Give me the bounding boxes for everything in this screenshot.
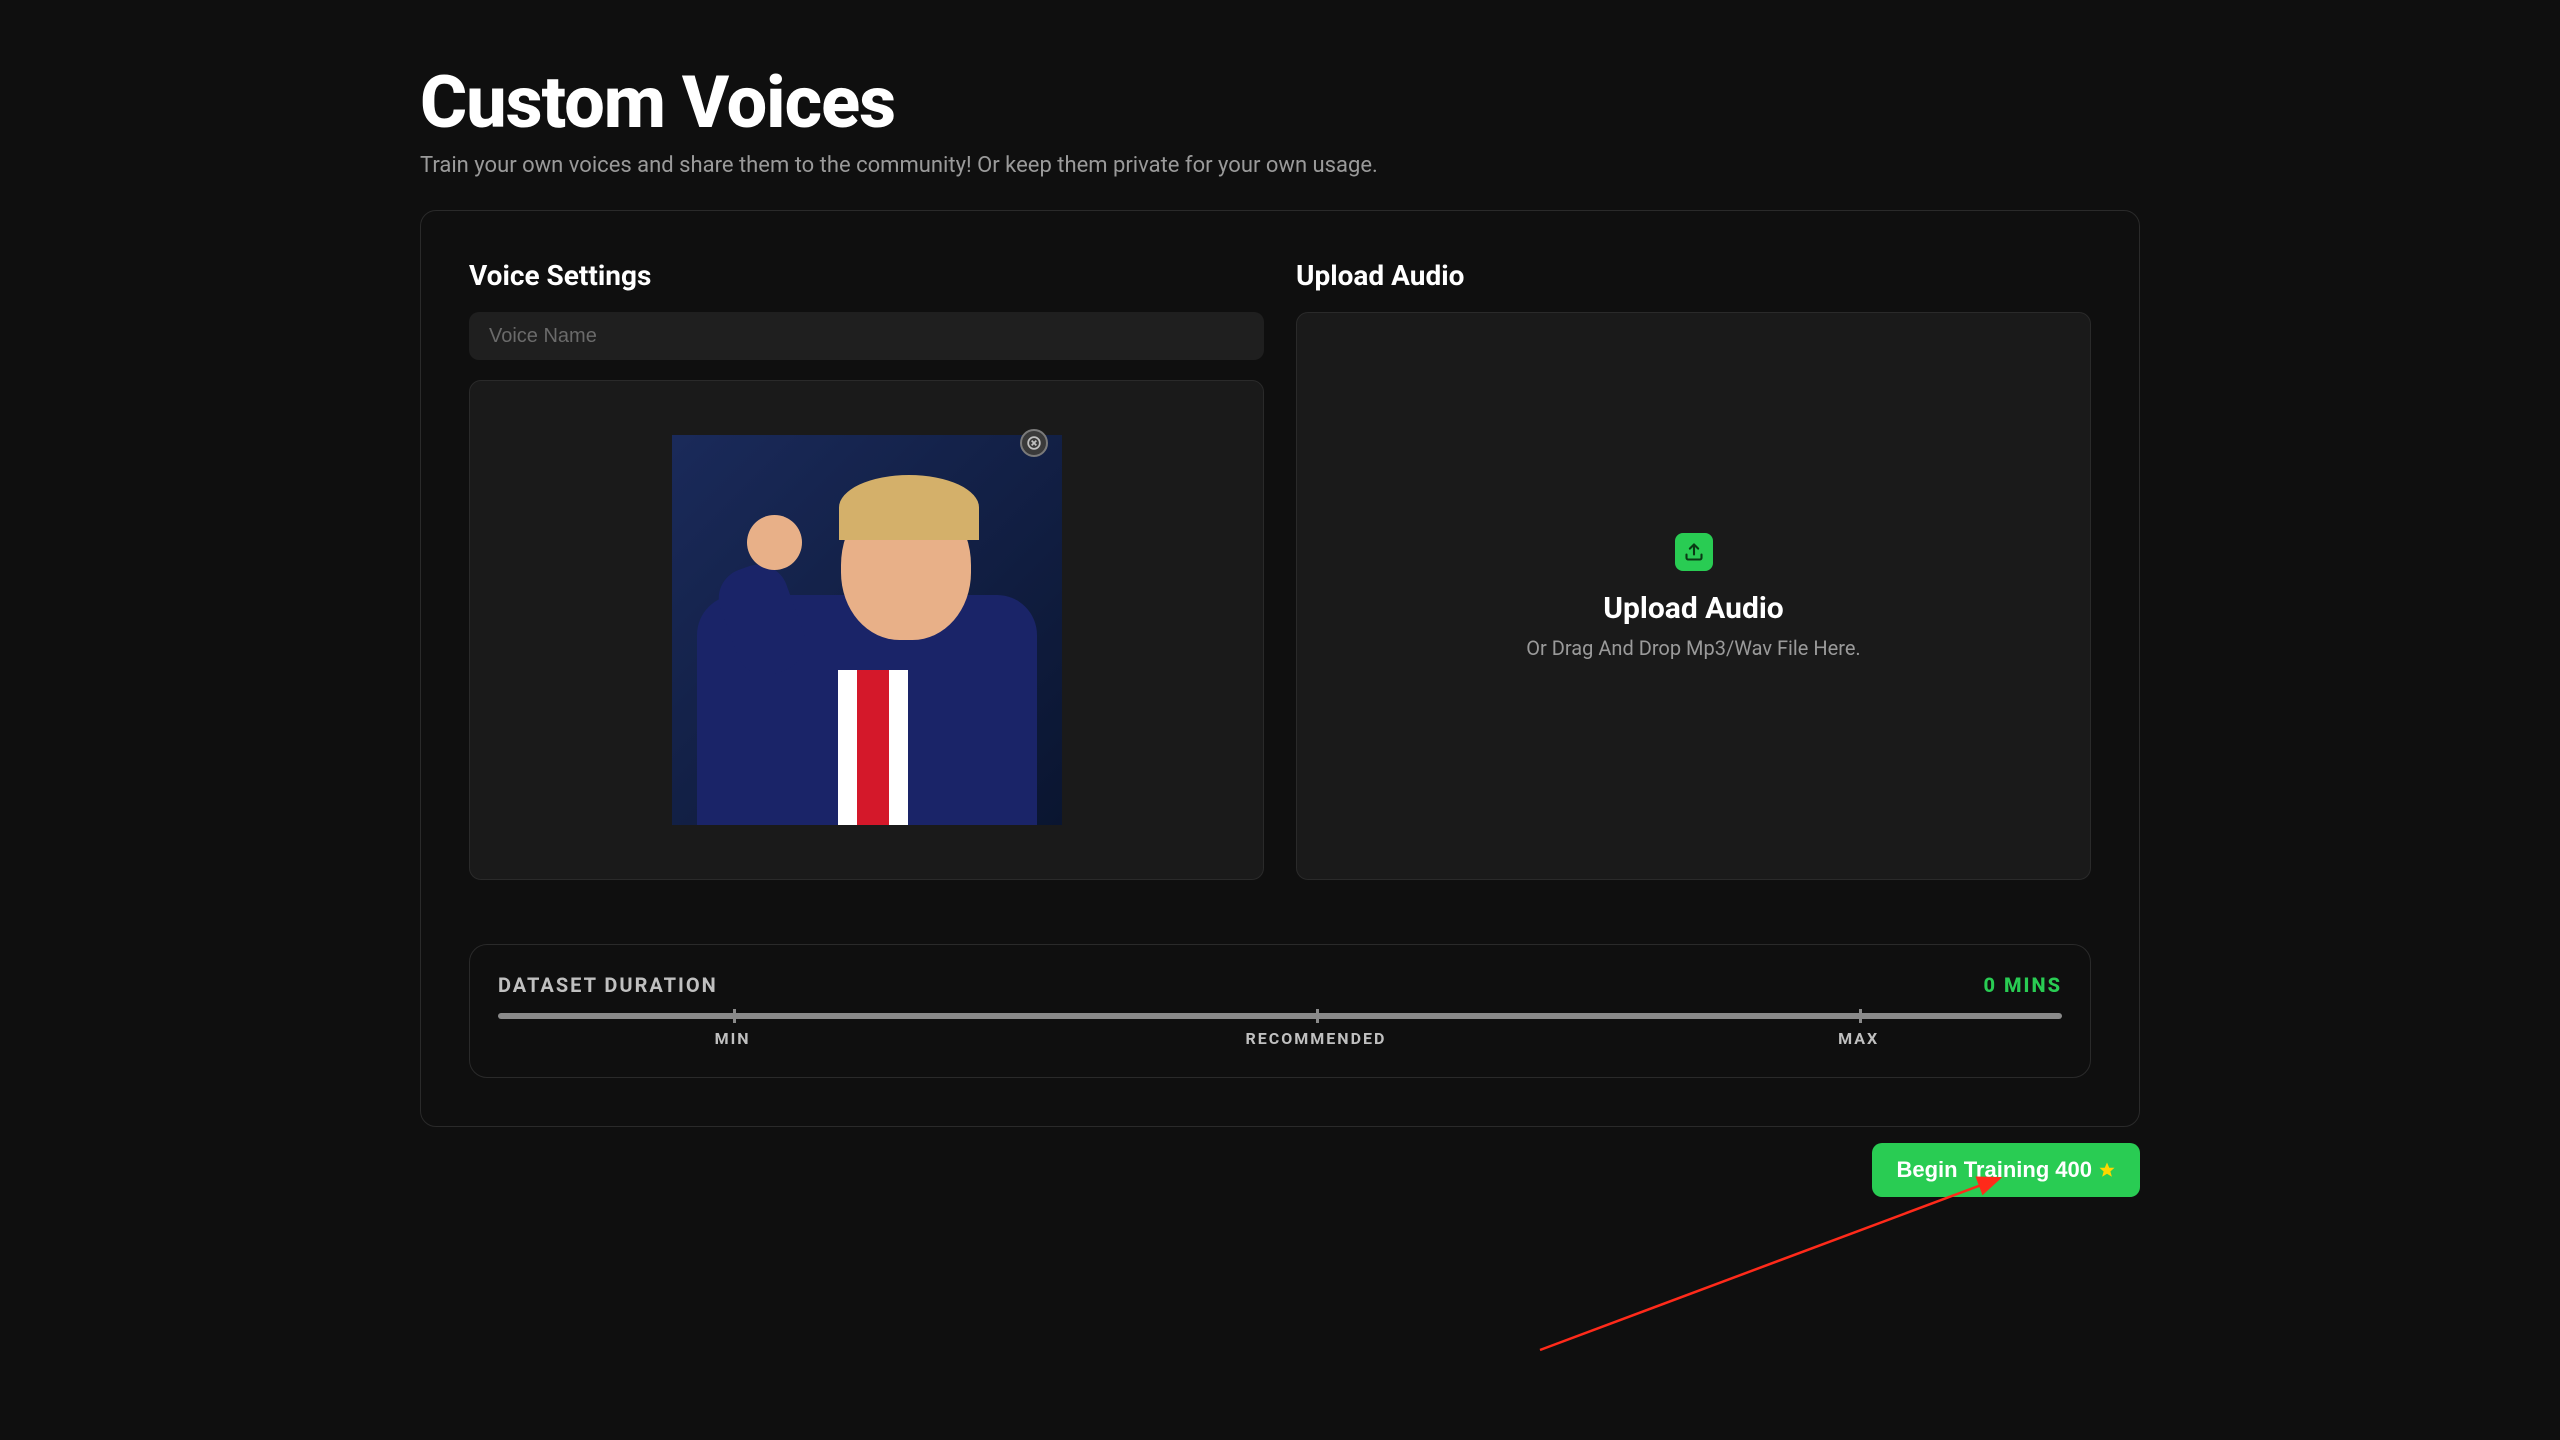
duration-tick-max xyxy=(1859,1009,1862,1023)
annotation-arrow xyxy=(1530,1170,2030,1370)
page-title: Custom Voices xyxy=(420,60,2140,145)
dataset-duration-label: DATASET DURATION xyxy=(498,973,718,997)
star-icon xyxy=(2098,1161,2116,1179)
voice-image-card xyxy=(469,380,1264,880)
duration-marker-max: MAX xyxy=(1838,1029,1879,1048)
dataset-duration-value: 0 MINS xyxy=(1984,973,2062,997)
voice-name-input[interactable] xyxy=(469,312,1264,360)
voice-settings-column: Voice Settings xyxy=(469,259,1264,880)
upload-audio-dropzone[interactable]: Upload Audio Or Drag And Drop Mp3/Wav Fi… xyxy=(1296,312,2091,880)
main-settings-card: Voice Settings xyxy=(420,210,2140,1127)
upload-dropzone-title: Upload Audio xyxy=(1603,591,1783,626)
voice-settings-heading: Voice Settings xyxy=(469,259,1264,292)
upload-dropzone-subtitle: Or Drag And Drop Mp3/Wav File Here. xyxy=(1526,636,1860,660)
begin-training-label: Begin Training xyxy=(1896,1157,2049,1183)
duration-tick-min xyxy=(733,1009,736,1023)
page-subtitle: Train your own voices and share them to … xyxy=(420,153,2140,178)
dataset-duration-bar xyxy=(498,1013,2062,1019)
remove-image-button[interactable] xyxy=(1020,429,1048,457)
upload-icon xyxy=(1675,533,1713,571)
upload-audio-heading: Upload Audio xyxy=(1296,259,2091,292)
duration-marker-recommended: RECOMMENDED xyxy=(1246,1029,1387,1048)
begin-training-cost: 400 xyxy=(2055,1157,2092,1183)
close-icon xyxy=(1027,436,1041,450)
upload-audio-column: Upload Audio Upload Audio Or Drag And Dr… xyxy=(1296,259,2091,880)
begin-training-button[interactable]: Begin Training 400 xyxy=(1872,1143,2140,1197)
duration-marker-min: MIN xyxy=(715,1029,751,1048)
duration-tick-recommended xyxy=(1316,1009,1319,1023)
uploaded-voice-image xyxy=(672,435,1062,825)
dataset-duration-card: DATASET DURATION 0 MINS MIN RECOMMENDED … xyxy=(469,944,2091,1078)
